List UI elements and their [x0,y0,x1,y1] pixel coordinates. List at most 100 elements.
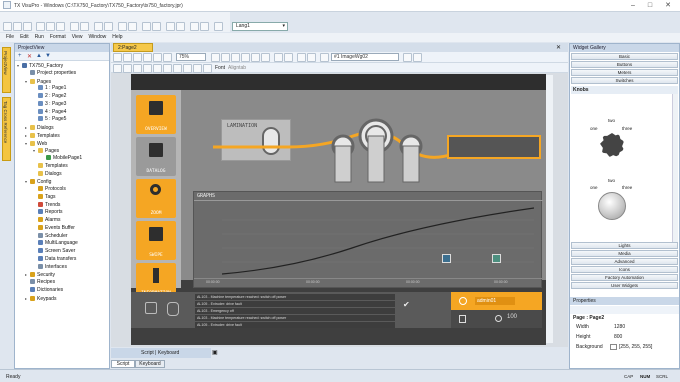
tree-item[interactable]: 1 : Page1 [17,85,109,93]
text-icon[interactable] [176,22,185,31]
fill-color-icon[interactable] [153,64,162,73]
tree-item[interactable]: Tags [17,193,109,202]
tree-item[interactable]: ▾ Config [17,178,109,186]
tree-item[interactable]: ▸ Keypads [17,295,109,303]
menu-file[interactable]: File [6,33,14,42]
align-bottom-icon[interactable] [261,53,270,62]
delete-icon[interactable]: ✕ [27,53,32,60]
color-swatch[interactable] [610,344,617,350]
menu-format[interactable]: Format [50,33,66,42]
wrap-icon[interactable] [203,64,212,73]
run-icon[interactable] [94,22,103,31]
layer-icon[interactable] [413,53,422,62]
zoom-in-icon[interactable] [118,22,127,31]
zoom-100-icon[interactable] [163,53,172,62]
tree-item[interactable]: Protocols [17,186,109,194]
move-up-icon[interactable]: ▲ [36,53,42,59]
align-left-icon[interactable] [211,53,220,62]
gallery-buttons-button[interactable]: Buttons [571,61,678,68]
zoom-fit-icon[interactable] [133,53,142,62]
zoom-out-icon[interactable] [128,22,137,31]
close-tab-icon[interactable]: ✕ [556,44,561,51]
trend-control-icon[interactable] [442,254,451,263]
border-icon[interactable] [173,64,182,73]
tree-item[interactable]: MobilePage1 [17,155,109,163]
tree-item[interactable]: ▾ TX750_Factory [17,62,109,70]
alarm-row[interactable]: AL103 - Machine temperature reached: swi… [195,315,395,321]
nav-overview-button[interactable]: OVERVIEW [136,95,176,134]
zoom-in-icon[interactable] [113,53,122,62]
alarm-row[interactable]: AL105 - Extruder: drive fault [195,301,395,307]
hand-icon[interactable] [167,302,179,316]
tree-item[interactable]: Interfaces [17,263,109,272]
send-back-icon[interactable] [284,53,293,62]
zoom-select[interactable]: 75% [176,53,206,61]
tree-item[interactable]: 3 : Page3 [17,100,109,109]
image-icon[interactable] [320,53,329,62]
snap-icon[interactable] [152,22,161,31]
shadow-icon[interactable] [183,64,192,73]
tree-item[interactable]: MultiLanguage [17,240,109,248]
close-button[interactable]: ✕ [661,1,675,10]
paste-icon[interactable] [56,22,65,31]
tree-item[interactable]: Data transfers [17,255,109,264]
language-select[interactable]: Lang1 [232,22,288,31]
alarm-row[interactable]: AL103 - Machine temperature reached: swi… [195,294,395,300]
widget-icon[interactable] [403,53,412,62]
tab-tag-cross-reference[interactable]: Tag Cross Reference [2,97,11,161]
knob-widget-2[interactable]: two one three [580,172,660,232]
pin-icon[interactable]: ▣ [212,349,218,356]
gallery-media-button[interactable]: Media [571,250,678,257]
nav-swipe-button[interactable]: SWIPE [136,221,176,260]
tree-item[interactable]: ▾ Pages [17,78,109,86]
group-icon[interactable] [297,53,306,62]
align-right-icon[interactable] [231,53,240,62]
image-icon[interactable] [166,22,175,31]
menu-window[interactable]: Window [88,33,106,42]
tree-item[interactable]: Screen Saver [17,248,109,256]
align-top-icon[interactable] [241,53,250,62]
align-text-icon[interactable] [193,64,202,73]
tree-item[interactable]: ▾ Pages [17,147,109,155]
tree-item[interactable]: Templates [17,162,109,171]
tree-item[interactable]: Dictionaries [17,286,109,295]
grid-icon[interactable] [142,22,151,31]
menu-edit[interactable]: Edit [20,33,29,42]
menu-view[interactable]: View [72,33,83,42]
zoom-out-icon[interactable] [123,53,132,62]
property-value[interactable]: [255, 255, 255] [619,344,652,350]
ungroup-icon[interactable] [307,53,316,62]
nav-datalog-button[interactable]: DATALOG [136,137,176,176]
tab-projectview-side[interactable]: ProjectView [2,47,11,93]
tab-page2[interactable]: 2:Page2 [113,43,153,52]
copy-icon[interactable] [46,22,55,31]
trend-edit-icon[interactable] [492,254,501,263]
save-icon[interactable] [23,22,32,31]
tree-item[interactable]: Recipes [17,279,109,287]
tree-item[interactable]: Dialogs [17,170,109,179]
menu-run[interactable]: Run [35,33,44,42]
tree-item[interactable]: Scheduler [17,232,109,241]
gallery-user-widgets-button[interactable]: User Widgets [571,282,678,289]
property-value[interactable]: 1280 [614,324,625,330]
minimize-button[interactable]: – [626,1,640,10]
gallery-meters-button[interactable]: Meters [571,69,678,76]
zoom-width-icon[interactable] [153,53,162,62]
move-down-icon[interactable]: ▼ [45,53,51,59]
line-color-icon[interactable] [163,64,172,73]
property-value[interactable]: 800 [614,334,622,340]
alarm-row[interactable]: AL103 - Emergency off [195,308,395,314]
tree-item[interactable]: 5 : Page5 [17,116,109,124]
align-center-icon[interactable] [221,53,230,62]
gallery-advanced-button[interactable]: Advanced [571,258,678,265]
align-middle-icon[interactable] [251,53,260,62]
maximize-button[interactable]: □ [643,1,657,10]
open-icon[interactable] [13,22,22,31]
image-select[interactable]: #1 ImageWg02 [331,53,399,61]
gallery-scrollbar[interactable] [672,94,678,244]
gallery-factory-automation-button[interactable]: Factory Automation [571,274,678,281]
tree-item[interactable]: Trends [17,201,109,210]
tab-script[interactable]: Script [111,360,135,368]
tree-item[interactable]: ▸ Security [17,271,109,279]
hmi-page[interactable]: OVERVIEW DATALOG ZOOM SWIPE INFORMATION … [131,74,546,345]
